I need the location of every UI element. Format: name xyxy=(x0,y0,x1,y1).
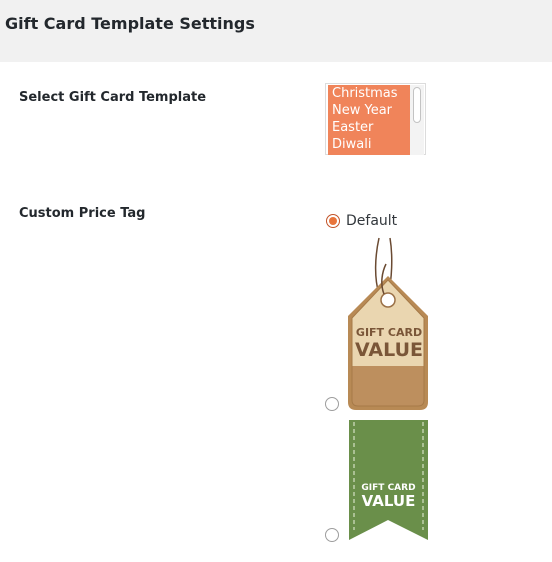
listbox-scrollbar-thumb[interactable] xyxy=(413,87,421,123)
brown-price-tag-image: GIFT CARD VALUE xyxy=(346,236,432,411)
page-title: Gift Card Template Settings xyxy=(5,14,255,33)
listbox-scrollbar[interactable] xyxy=(410,85,424,155)
price-tag-green-radio[interactable] xyxy=(325,528,339,542)
green-ribbon-tag-image: GIFT CARD VALUE xyxy=(348,420,429,540)
green-tag-line2: VALUE xyxy=(361,492,416,510)
price-tag-brown-radio[interactable] xyxy=(325,397,339,411)
price-tag-default-label: Default xyxy=(346,213,398,229)
brown-tag-line1: GIFT CARD xyxy=(355,326,423,339)
brown-tag-line2: VALUE xyxy=(355,339,423,361)
price-tag-label: Custom Price Tag xyxy=(19,206,146,221)
price-tag-default-radio[interactable] xyxy=(326,214,340,228)
template-options: Christmas New Year Easter Diwali xyxy=(328,85,410,155)
template-option-easter[interactable]: Easter xyxy=(328,119,410,136)
template-option-diwali[interactable]: Diwali xyxy=(328,136,410,153)
template-listbox[interactable]: Christmas New Year Easter Diwali xyxy=(325,83,426,155)
template-select-label: Select Gift Card Template xyxy=(19,90,207,105)
template-option-christmas[interactable]: Christmas xyxy=(328,85,410,102)
template-option-new-year[interactable]: New Year xyxy=(328,102,410,119)
page-header: Gift Card Template Settings xyxy=(0,0,552,62)
